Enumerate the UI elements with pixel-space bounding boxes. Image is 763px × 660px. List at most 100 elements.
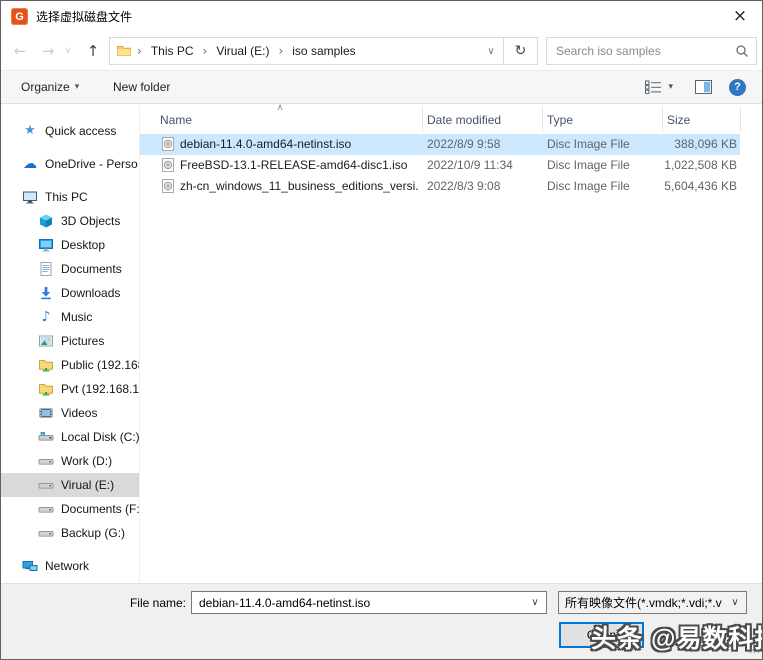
file-list: ∧ Name Date modified Type Size debian-11… xyxy=(139,103,762,583)
disk-icon xyxy=(38,501,54,517)
file-row[interactable]: zh-cn_windows_11_business_editions_versi… xyxy=(140,176,740,197)
organize-label: Organize xyxy=(21,80,70,94)
column-divider[interactable] xyxy=(662,107,663,132)
breadcrumb-separator-icon: › xyxy=(278,44,284,58)
organize-button[interactable]: Organize ▾ xyxy=(21,71,79,103)
file-name-label: File name: xyxy=(129,596,186,610)
file-row[interactable]: FreeBSD-13.1-RELEASE-amd64-disc1.iso 2022… xyxy=(140,155,740,176)
column-divider[interactable] xyxy=(422,107,423,132)
video-icon xyxy=(38,405,54,421)
sidebar-item-pictures[interactable]: Pictures xyxy=(1,329,139,353)
sidebar-item-3d-objects[interactable]: 3D Objects xyxy=(1,209,139,233)
refresh-button[interactable]: ↻ xyxy=(504,43,537,59)
sidebar-item-label: Local Disk (C:) xyxy=(61,430,139,444)
dialog-title: 选择虚拟磁盘文件 xyxy=(36,10,133,24)
preview-pane-button[interactable] xyxy=(695,71,712,103)
search-input[interactable] xyxy=(547,44,728,58)
sidebar-item-label: Public (192.168.. xyxy=(61,358,139,372)
sidebar-item-label: Work (D:) xyxy=(61,454,113,468)
sidebar-item-label: Quick access xyxy=(45,124,117,138)
sidebar-item-documents[interactable]: Documents xyxy=(1,257,139,281)
music-icon: ♪ xyxy=(41,309,51,325)
views-button[interactable]: ▾ xyxy=(645,71,673,103)
sidebar-item-label: 3D Objects xyxy=(61,214,121,228)
recent-locations-button[interactable]: ∨ xyxy=(61,32,75,70)
sidebar-item-desktop[interactable]: Desktop xyxy=(1,233,139,257)
star-icon: ★ xyxy=(24,123,36,138)
disc-file-icon xyxy=(160,157,176,173)
shared-folder-icon xyxy=(38,381,54,397)
forward-button[interactable]: → xyxy=(35,32,61,70)
close-button[interactable]: × xyxy=(718,1,762,31)
sidebar-item-videos[interactable]: Videos xyxy=(1,401,139,425)
sidebar-item-downloads[interactable]: Downloads xyxy=(1,281,139,305)
sidebar-item-pvt-192-168-1-1[interactable]: Pvt (192.168.1.1.. xyxy=(1,377,139,401)
chevron-down-icon: ▾ xyxy=(74,82,80,92)
monitor-icon xyxy=(22,189,38,205)
sidebar-item-label: Network xyxy=(45,559,90,573)
sidebar-item-this-pc[interactable]: This PC xyxy=(1,185,139,209)
breadcrumb-item[interactable]: Virual (E:) xyxy=(212,44,273,58)
sidebar-item-public-192-168[interactable]: Public (192.168.. xyxy=(1,353,139,377)
sidebar-item-work-d[interactable]: Work (D:) xyxy=(1,449,139,473)
file-type-combo[interactable]: 所有映像文件(*.vmdk;*.vdi;*.v ∨ xyxy=(558,591,747,614)
column-header-type[interactable]: Type xyxy=(547,113,573,127)
navigation-pane: ★ Quick access ☁ OneDrive - Perso This PC 3D … xyxy=(1,105,139,583)
sidebar-item-onedrive-perso[interactable]: ☁ OneDrive - Perso xyxy=(1,152,139,176)
sidebar-item-label: Documents xyxy=(61,262,122,276)
file-name-value[interactable]: debian-11.4.0-amd64-netinst.iso xyxy=(192,596,524,610)
download-icon xyxy=(38,285,54,301)
sidebar-item-label: Videos xyxy=(61,406,98,420)
size-cell: 5,604,436 KB xyxy=(664,179,737,193)
sidebar-item-label: Backup (G:) xyxy=(61,526,126,540)
breadcrumb-item[interactable]: This PC xyxy=(147,44,198,58)
column-divider[interactable] xyxy=(542,107,543,132)
new-folder-button[interactable]: New folder xyxy=(113,71,170,103)
cloud-icon: ☁ xyxy=(23,156,37,172)
search-icon[interactable] xyxy=(728,44,756,58)
sidebar-item-label: This PC xyxy=(45,190,88,204)
column-header-name[interactable]: Name xyxy=(160,113,192,127)
file-name-chevron-icon[interactable]: ∨ xyxy=(524,597,546,608)
toolbar: Organize ▾ New folder ▾ ? xyxy=(1,70,762,104)
document-icon xyxy=(38,261,54,277)
sidebar-item-label: Virual (E:) xyxy=(61,478,115,492)
disk-icon xyxy=(38,525,54,541)
disk-icon xyxy=(38,453,54,469)
file-name-cell: zh-cn_windows_11_business_editions_versi… xyxy=(180,179,418,193)
up-button[interactable]: ↑ xyxy=(79,32,107,70)
sidebar-item-documents-f[interactable]: Documents (F:) xyxy=(1,497,139,521)
sort-indicator-icon: ∧ xyxy=(276,103,284,113)
sidebar-item-backup-g[interactable]: Backup (G:) xyxy=(1,521,139,545)
address-dropdown-chevron-icon[interactable]: ∨ xyxy=(479,46,503,57)
sidebar-item-virual-e[interactable]: Virual (E:) xyxy=(1,473,139,497)
type-cell: Disc Image File xyxy=(547,158,630,172)
breadcrumb-separator-icon: › xyxy=(202,44,208,58)
back-button[interactable]: ← xyxy=(7,32,33,70)
cube-icon xyxy=(38,213,54,229)
sidebar-item-network[interactable]: Network xyxy=(1,554,139,578)
column-header-size[interactable]: Size xyxy=(667,113,690,127)
views-chevron-icon: ▾ xyxy=(668,82,673,92)
breadcrumb-item[interactable]: iso samples xyxy=(288,44,359,58)
preview-pane-icon xyxy=(695,80,712,94)
date-modified-cell: 2022/8/3 9:08 xyxy=(427,179,501,193)
file-row[interactable]: debian-11.4.0-amd64-netinst.iso 2022/8/9 … xyxy=(140,134,740,155)
file-name-combo[interactable]: debian-11.4.0-amd64-netinst.iso ∨ xyxy=(191,591,547,614)
picture-icon xyxy=(38,333,54,349)
sidebar-item-local-disk-c[interactable]: Local Disk (C:) xyxy=(1,425,139,449)
column-header-date-modified[interactable]: Date modified xyxy=(427,113,501,127)
column-divider[interactable] xyxy=(740,107,741,132)
title-bar: G 选择虚拟磁盘文件 × xyxy=(1,1,762,32)
sidebar-item-quick-access[interactable]: ★ Quick access xyxy=(1,119,139,143)
disc-file-icon xyxy=(160,136,176,152)
sidebar-item-label: Pvt (192.168.1.1.. xyxy=(61,382,139,396)
details-view-icon xyxy=(645,80,662,94)
address-bar[interactable]: › This PC › Virual (E:) › iso samples ∨ ↻ xyxy=(109,37,538,65)
sidebar-item-label: Downloads xyxy=(61,286,121,300)
file-type-value: 所有映像文件(*.vmdk;*.vdi;*.v xyxy=(565,596,722,610)
app-icon: G xyxy=(11,8,28,25)
sidebar-item-music[interactable]: ♪ Music xyxy=(1,305,139,329)
help-button[interactable]: ? xyxy=(729,71,746,103)
search-box xyxy=(546,37,757,65)
